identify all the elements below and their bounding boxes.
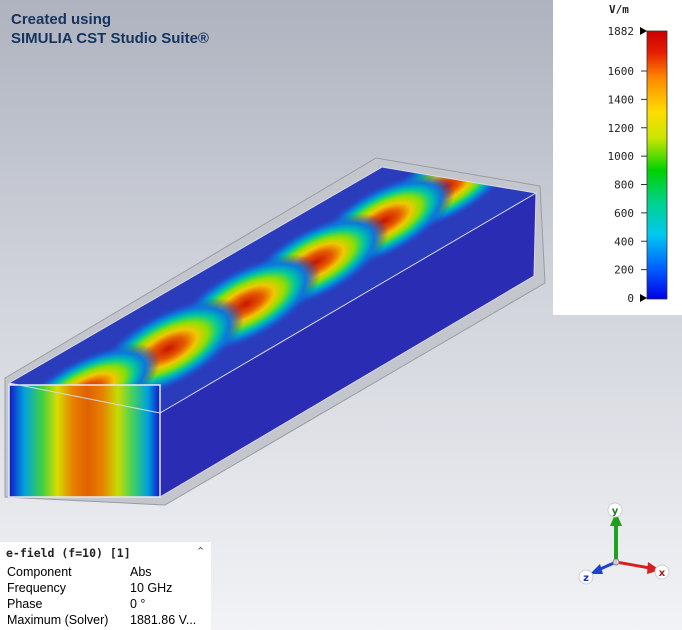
waveguide-front-face bbox=[9, 385, 160, 497]
legend-min-marker bbox=[640, 294, 647, 302]
collapse-icon[interactable]: ⌃ bbox=[196, 545, 205, 558]
legend-tick-label: 600 bbox=[614, 207, 634, 220]
legend-tick-label: 1600 bbox=[608, 65, 635, 78]
legend-ticks: 1882 1600 1400 1200 1000 800 600 400 200 0 bbox=[608, 25, 647, 305]
color-legend: 1882 1600 1400 1200 1000 800 600 400 200 0 V/m bbox=[553, 0, 682, 315]
result-info-panel: e-field (f=10) [1] ⌃ Component Abs Frequ… bbox=[0, 542, 211, 630]
legend-color-bar bbox=[646, 30, 668, 300]
legend-tick-label: 1400 bbox=[608, 93, 635, 106]
z-axis-label: z bbox=[583, 573, 589, 584]
x-axis-label: x bbox=[659, 568, 666, 579]
legend-tick-label: 400 bbox=[614, 235, 634, 248]
legend-tick-label: 1882 bbox=[608, 25, 635, 38]
info-key: Component bbox=[7, 565, 72, 579]
info-key: Maximum (Solver) bbox=[7, 613, 109, 627]
info-value: Abs bbox=[130, 565, 152, 579]
legend-max-marker bbox=[640, 27, 647, 35]
info-value: 0 ° bbox=[130, 597, 146, 611]
legend-tick-label: 1000 bbox=[608, 150, 635, 163]
info-value: 1881.86 V... bbox=[130, 613, 197, 627]
info-key: Frequency bbox=[7, 581, 67, 595]
legend-tick-label: 200 bbox=[614, 264, 634, 277]
axis-origin bbox=[612, 558, 620, 566]
y-axis-label: y bbox=[612, 506, 619, 517]
info-key: Phase bbox=[7, 597, 43, 611]
legend-tick-label: 0 bbox=[627, 292, 634, 305]
info-title: e-field (f=10) [1] bbox=[6, 546, 131, 560]
info-value: 10 GHz bbox=[130, 581, 173, 595]
legend-unit: V/m bbox=[609, 3, 629, 16]
watermark-line1: Created using bbox=[11, 11, 112, 28]
legend-tick-label: 1200 bbox=[608, 122, 635, 135]
axis-triad[interactable]: y x z bbox=[570, 498, 680, 588]
legend-graphic: 1882 1600 1400 1200 1000 800 600 400 200 0 bbox=[608, 25, 668, 305]
x-axis-line bbox=[615, 560, 651, 570]
legend-tick-label: 800 bbox=[614, 179, 634, 192]
watermark-line2: SIMULIA CST Studio Suite® bbox=[11, 30, 209, 47]
cst-watermark: Created using SIMULIA CST Studio Suite® bbox=[11, 10, 209, 48]
